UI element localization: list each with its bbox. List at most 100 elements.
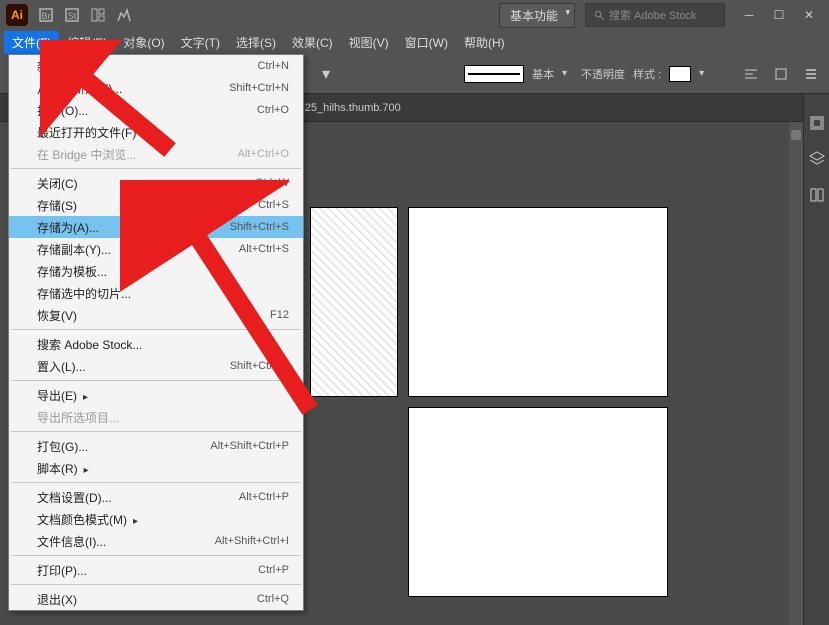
file-menu-dropdown: 新建(N)...Ctrl+N 从模板新建(T)... Shift+Ctrl+N 打开(… <box>8 54 304 611</box>
menu-item-label: 脚本(R) <box>37 460 89 477</box>
menu-item[interactable]: 存储为模板... <box>9 260 303 282</box>
chevron-down-icon[interactable]: ▾ <box>562 68 567 79</box>
menu-item-label: 最近打开的文件(F) <box>37 124 147 141</box>
menu-item[interactable]: 从模板新建(T)... Shift+Ctrl+N <box>9 77 303 99</box>
menu-item-label: 恢复(V) <box>37 307 77 324</box>
menu-item[interactable]: 搜索 Adobe Stock... <box>9 333 303 355</box>
layers-icon[interactable] <box>808 150 826 168</box>
artboard-3[interactable] <box>408 407 668 597</box>
menu-item-label: 关闭(C) <box>37 175 78 192</box>
menu-item[interactable]: 打开(O)...Ctrl+O <box>9 99 303 121</box>
gpu-icon[interactable] <box>114 5 134 25</box>
menu-separator <box>11 555 301 556</box>
scroll-thumb[interactable] <box>791 130 801 140</box>
menu-item-shortcut: Ctrl+S <box>258 199 289 211</box>
menu-item[interactable]: 文档颜色模式(M) <box>9 508 303 530</box>
menu-object[interactable]: 对象(O) <box>115 31 172 54</box>
menu-select[interactable]: 选择(S) <box>228 31 284 54</box>
libraries-icon[interactable] <box>808 114 826 132</box>
canvas-area[interactable] <box>310 122 789 625</box>
menu-item-label: 文档设置(D)... <box>37 489 112 506</box>
menu-item-shortcut: Alt+Ctrl+S <box>239 243 289 255</box>
chevron-down-icon[interactable]: ▾ <box>699 68 704 79</box>
menu-item-label: 退出(X) <box>37 591 77 608</box>
arrange-icon[interactable] <box>88 5 108 25</box>
menu-item[interactable]: 文档设置(D)... Alt+Ctrl+P <box>9 486 303 508</box>
menu-item[interactable]: 新建(N)...Ctrl+N <box>9 55 303 77</box>
artboards-icon[interactable] <box>808 186 826 204</box>
artboard-2[interactable] <box>408 207 668 397</box>
style-label: 样式 : <box>633 66 661 82</box>
menu-item: 导出所选项目... <box>9 406 303 428</box>
close-button[interactable]: ✕ <box>795 5 823 25</box>
menu-item-shortcut: F12 <box>270 309 289 321</box>
titlebar: Ai Br St 基本功能 搜索 Adobe Stock ─ ☐ ✕ <box>0 0 829 30</box>
align-icon[interactable] <box>739 62 763 86</box>
menu-item-shortcut: Ctrl+P <box>258 564 289 576</box>
menu-item[interactable]: 最近打开的文件(F) <box>9 121 303 143</box>
menu-item-shortcut: Ctrl+Q <box>257 593 289 605</box>
menu-item-shortcut: Shift+Ctrl+N <box>229 82 289 94</box>
menu-item[interactable]: 置入(L)...Shift+Ctrl+P <box>9 355 303 377</box>
menu-separator <box>11 431 301 432</box>
menu-item[interactable]: 打印(P)... Ctrl+P <box>9 559 303 581</box>
vertical-scrollbar[interactable] <box>789 122 803 625</box>
menu-item[interactable]: 导出(E) <box>9 384 303 406</box>
menu-item-shortcut: Alt+Shift+Ctrl+I <box>215 535 289 547</box>
menu-view[interactable]: 视图(V) <box>341 31 397 54</box>
app-logo: Ai <box>6 4 28 26</box>
minimize-button[interactable]: ─ <box>735 5 763 25</box>
menu-edit[interactable]: 编辑(E) <box>59 31 115 54</box>
svg-text:St: St <box>68 11 77 21</box>
menu-item-label: 导出所选项目... <box>37 409 119 426</box>
menu-item[interactable]: 存储选中的切片... <box>9 282 303 304</box>
menu-file[interactable]: 文件(F) <box>4 31 59 54</box>
menu-separator <box>11 584 301 585</box>
svg-text:Br: Br <box>42 11 51 21</box>
menu-item-label: 新建(N)... <box>37 58 88 75</box>
menu-item-label: 置入(L)... <box>37 358 86 375</box>
menu-item[interactable]: 脚本(R) <box>9 457 303 479</box>
menu-item-label: 从模板新建(T)... <box>37 80 122 97</box>
panel-menu-icon[interactable] <box>799 62 823 86</box>
menu-type[interactable]: 文字(T) <box>173 31 228 54</box>
search-stock-input[interactable]: 搜索 Adobe Stock <box>585 3 725 27</box>
menu-item[interactable]: 存储为(A)...Shift+Ctrl+S <box>9 216 303 238</box>
menu-item[interactable]: 恢复(V) F12 <box>9 304 303 326</box>
menu-item-label: 打包(G)... <box>37 438 88 455</box>
bridge-icon[interactable]: Br <box>36 5 56 25</box>
menu-item[interactable]: 退出(X) Ctrl+Q <box>9 588 303 610</box>
menu-item: 在 Bridge 中浏览...Alt+Ctrl+O <box>9 143 303 165</box>
maximize-button[interactable]: ☐ <box>765 5 793 25</box>
menu-item-label: 打印(P)... <box>37 562 87 579</box>
menu-item[interactable]: 文件信息(I)...Alt+Shift+Ctrl+I <box>9 530 303 552</box>
right-panel-dock <box>803 94 829 625</box>
menu-item-shortcut: Ctrl+W <box>255 177 289 189</box>
menu-item-label: 存储为模板... <box>37 263 107 280</box>
artboard-1[interactable] <box>310 207 398 397</box>
menu-item[interactable]: 打包(G)...Alt+Shift+Ctrl+P <box>9 435 303 457</box>
menu-item[interactable]: 存储(S)Ctrl+S <box>9 194 303 216</box>
menu-item-shortcut: Shift+Ctrl+S <box>230 221 289 233</box>
stock-icon[interactable]: St <box>62 5 82 25</box>
transform-icon[interactable] <box>769 62 793 86</box>
menu-separator <box>11 329 301 330</box>
window-controls: ─ ☐ ✕ <box>735 5 823 25</box>
stroke-label: 基本 <box>532 66 554 82</box>
menu-item-label: 打开(O)... <box>37 102 88 119</box>
menu-item-shortcut: Alt+Ctrl+P <box>239 491 289 503</box>
workspace-dropdown[interactable]: 基本功能 <box>499 3 575 28</box>
menu-help[interactable]: 帮助(H) <box>456 31 513 54</box>
menu-separator <box>11 168 301 169</box>
dropdown-icon[interactable]: ▾ <box>314 62 338 86</box>
menu-window[interactable]: 窗口(W) <box>397 31 456 54</box>
menu-item-shortcut: Alt+Ctrl+O <box>238 148 289 160</box>
menu-item[interactable]: 存储副本(Y)...Alt+Ctrl+S <box>9 238 303 260</box>
stroke-swatch[interactable] <box>464 65 524 83</box>
menu-item[interactable]: 关闭(C) Ctrl+W <box>9 172 303 194</box>
opacity-label: 不透明度 <box>581 66 625 82</box>
menu-separator <box>11 380 301 381</box>
menu-effect[interactable]: 效果(C) <box>284 31 341 54</box>
style-swatch[interactable] <box>669 66 691 82</box>
menu-item-label: 存储选中的切片... <box>37 285 131 302</box>
